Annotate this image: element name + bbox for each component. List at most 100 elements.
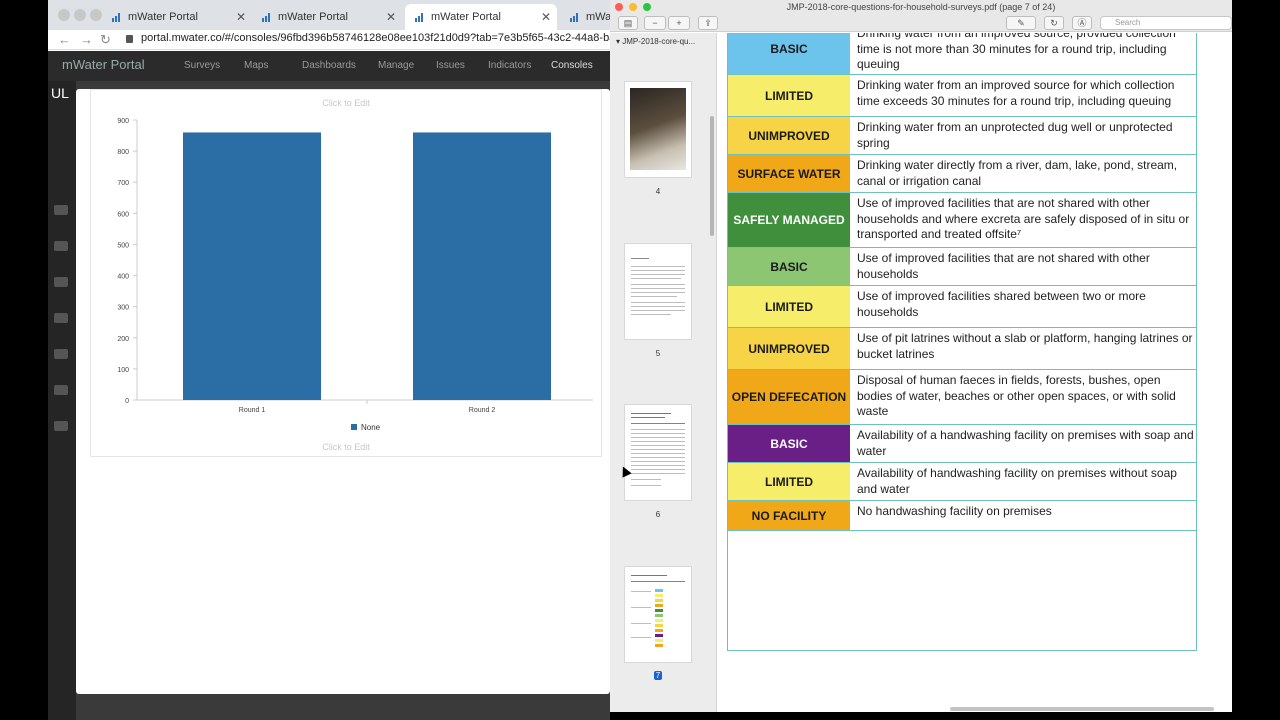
ladder-row: UNIMPROVED Use of pit latrines without a … (727, 328, 1197, 370)
sidebar-scrollbar[interactable] (710, 116, 714, 236)
close-tab-icon[interactable]: ✕ (541, 10, 551, 24)
click-to-edit-bottom[interactable]: Click to Edit (91, 442, 601, 452)
window-close-button[interactable] (58, 9, 70, 21)
thumbnail-label-7-selected: 7 (653, 671, 663, 680)
legend-label: None (361, 423, 381, 432)
close-tab-icon[interactable]: ✕ (386, 10, 396, 24)
ladder-row: LIMITED Use of improved facilities shared… (727, 286, 1197, 328)
ladder-row: LIMITED Drinking water from an improved s… (727, 75, 1197, 117)
pdf-window-title: JMP-2018-core-questions-for-household-su… (610, 0, 1232, 14)
rail-icon[interactable] (54, 385, 68, 395)
forward-icon[interactable]: → (80, 32, 93, 47)
lock-icon (126, 35, 133, 43)
ladder-category-label: SURFACE WATER (728, 155, 850, 192)
window-zoom-button[interactable] (643, 3, 651, 11)
y-tick-label: 100 (117, 367, 129, 374)
ladder-description: Use of improved facilities that are not … (857, 251, 1150, 281)
rail-icon[interactable] (54, 205, 68, 215)
ladder-category-label: LIMITED (728, 75, 850, 116)
ladder-description: No handwashing facility on premises (857, 504, 1052, 518)
share-icon[interactable]: ⇪ (698, 16, 718, 30)
mwater-favicon-icon (415, 13, 426, 22)
console-title: UL (51, 85, 69, 101)
thumbnail-page-5[interactable] (624, 243, 692, 340)
pdf-toolbar: ▤ − + ⇪ ✎ ↻ Ⓐ Search (610, 14, 1232, 32)
rotate-icon[interactable]: ↻ (1044, 16, 1064, 30)
ladder-category-label: UNIMPROVED (728, 117, 850, 154)
rail-icon[interactable] (54, 277, 68, 287)
pdf-search-field[interactable]: Search (1100, 16, 1232, 30)
y-tick-label: 600 (117, 211, 129, 218)
ladder-description: Drinking water from an unprotected dug w… (857, 120, 1173, 150)
thumbnail-page-7[interactable] (624, 566, 692, 663)
ladder-category-label: BASIC (728, 33, 850, 74)
thumbnail-page-4[interactable] (624, 81, 692, 178)
desktop-edge (1232, 0, 1280, 720)
ladder-category-label: LIMITED (728, 286, 850, 327)
window-minimize-button[interactable] (74, 9, 86, 21)
pdf-title-text: JMP-2018-core-questions-for-household-su… (786, 2, 1056, 12)
nav-maps[interactable]: Maps (244, 60, 268, 71)
ladder-category-label: BASIC (728, 248, 850, 285)
browser-tab-3-active[interactable]: mWater Portal ✕ (405, 4, 557, 30)
thumbnail-label-5: 5 (655, 349, 661, 358)
y-tick-label: 900 (117, 118, 129, 125)
click-to-edit-top[interactable]: Click to Edit (91, 98, 601, 108)
y-tick-label: 300 (117, 305, 129, 312)
ladder-row: SURFACE WATER Drinking water directly fro… (727, 155, 1197, 193)
y-tick-label: 0 (125, 398, 129, 405)
zoom-out-icon[interactable]: − (644, 16, 666, 30)
thumbnail-page-6[interactable] (624, 404, 692, 501)
ladder-row: BASIC Drinking water from an improved sou… (727, 33, 1197, 75)
browser-tab-2[interactable]: mWater Portal ✕ (252, 4, 402, 30)
ladder-row: BASIC Use of improved facilities that are… (727, 248, 1197, 286)
y-tick-label: 800 (117, 149, 129, 156)
reload-icon[interactable]: ↻ (100, 32, 111, 48)
nav-dashboards[interactable]: Dashboards (302, 60, 356, 71)
nav-issues[interactable]: Issues (436, 60, 465, 71)
markup-pen-icon[interactable]: ✎ (1006, 16, 1036, 30)
ladder-row: LIMITED Availability of handwashing facil… (727, 463, 1197, 501)
window-zoom-button[interactable] (90, 9, 102, 21)
legend-swatch (351, 424, 357, 430)
browser-window: mWater Portal ✕ mWater Portal ✕ mWater P… (48, 0, 610, 720)
tab-bar: mWater Portal ✕ mWater Portal ✕ mWater P… (48, 0, 610, 30)
close-tab-icon[interactable]: ✕ (236, 10, 246, 24)
ladder-row: BASIC Availability of a handwashing facil… (727, 425, 1197, 463)
url-field[interactable]: portal.mwater.co/#/consoles/96fbd396b587… (141, 32, 610, 44)
tab-label: mWater Portal (278, 11, 348, 23)
rail-icon[interactable] (54, 421, 68, 431)
tab-label: mWater (586, 11, 610, 23)
chart-widget[interactable]: Click to Edit 0 100 200 300 400 500 600 700 800 9… (90, 89, 602, 457)
portal-logo[interactable]: mWater Portal (62, 57, 145, 72)
window-minimize-button[interactable] (629, 3, 637, 11)
nav-manage[interactable]: Manage (378, 60, 414, 71)
mwater-favicon-icon (570, 13, 581, 22)
sidebar-document-title[interactable]: ▾ JMP-2018-core-qu... (616, 37, 695, 46)
zoom-in-icon[interactable]: + (668, 16, 690, 30)
window-close-button[interactable] (615, 3, 623, 11)
console-left-rail (48, 81, 76, 720)
nav-indicators[interactable]: Indicators (488, 60, 531, 71)
browser-tab-4[interactable]: mWater (560, 4, 610, 30)
browser-tab-1[interactable]: mWater Portal ✕ (102, 4, 252, 30)
nav-consoles[interactable]: Consoles (551, 60, 593, 71)
y-tick-label: 400 (117, 274, 129, 281)
y-tick-label: 200 (117, 336, 129, 343)
ladder-description: Use of improved facilities shared betwee… (857, 289, 1146, 319)
rail-icon[interactable] (54, 313, 68, 323)
ladder-row: OPEN DEFECATION Disposal of human faeces … (727, 370, 1197, 425)
rail-icon[interactable] (54, 349, 68, 359)
ladder-description: Availability of a handwashing facility o… (857, 428, 1194, 458)
back-icon[interactable]: ← (58, 32, 71, 47)
tab-label: mWater Portal (431, 11, 501, 23)
sidebar-toggle-icon[interactable]: ▤ (618, 16, 638, 30)
ladder-category-label: SAFELY MANAGED (728, 193, 850, 247)
bar-round-2 (413, 132, 551, 400)
x-tick-label: Round 2 (469, 407, 496, 414)
page-horizontal-scrollbar[interactable] (950, 707, 1214, 711)
annotate-icon[interactable]: Ⓐ (1072, 16, 1092, 30)
nav-surveys[interactable]: Surveys (184, 60, 220, 71)
rail-icon[interactable] (54, 241, 68, 251)
mwater-favicon-icon (112, 13, 123, 22)
